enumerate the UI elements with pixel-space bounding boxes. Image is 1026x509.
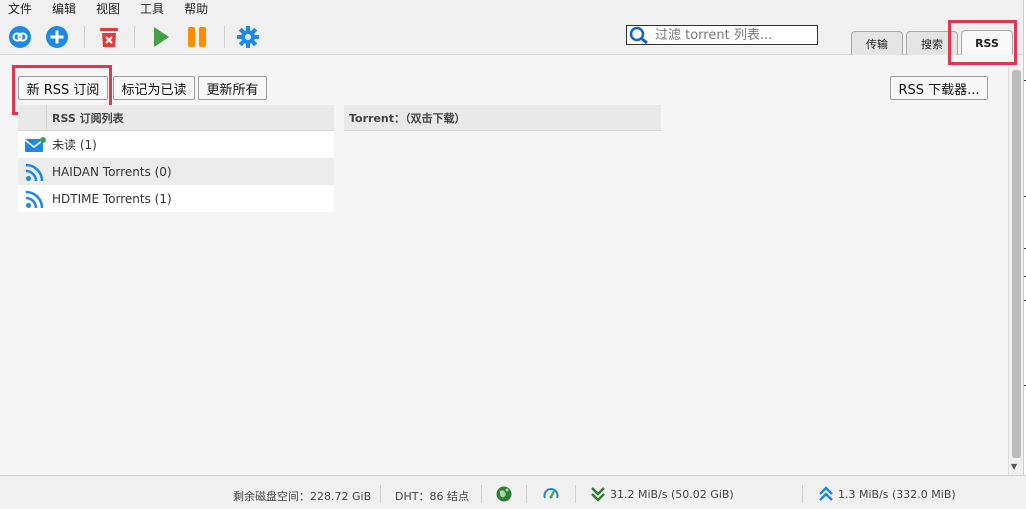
new-rss-subscription-button[interactable]: 新 RSS 订阅 (18, 76, 108, 100)
torrent-list-header: Torrent：（双击下载） (344, 105, 661, 131)
menu-edit[interactable]: 编辑 (52, 0, 76, 19)
scroll-down-arrow-icon[interactable]: ▼ (1011, 462, 1017, 471)
add-torrent-icon (46, 26, 68, 48)
menu-view[interactable]: 视图 (96, 0, 120, 19)
feed-item-label: 未读 (1) (52, 138, 97, 152)
menu-help[interactable]: 帮助 (184, 0, 208, 19)
upload-speed: 1.3 MiB/s (332.0 MiB) (838, 488, 956, 501)
feed-item-label: HAIDAN Torrents (0) (52, 164, 172, 179)
resume-button[interactable] (146, 23, 174, 51)
settings-icon (237, 26, 259, 48)
settings-button[interactable] (234, 23, 262, 51)
feed-item-label: HDTIME Torrents (1) (52, 191, 172, 206)
menu-tools[interactable]: 工具 (140, 0, 164, 19)
feed-item-hdtime[interactable]: HDTIME Torrents (1) (18, 185, 334, 212)
header-spacer (18, 105, 47, 130)
add-torrent-button[interactable] (43, 23, 71, 51)
toolbar-separator (134, 26, 135, 48)
status-separator (575, 485, 576, 503)
pause-icon (188, 27, 206, 47)
status-separator (481, 485, 482, 503)
tab-rss[interactable]: RSS (961, 30, 1013, 55)
download-speed: 31.2 MiB/s (50.02 GiB) (610, 488, 734, 501)
rss-feed-list: RSS 订阅列表 未读 (1) HAIDAN Torrents (0) HDTI… (18, 105, 334, 212)
rss-feed-icon (18, 189, 52, 209)
tab-transfers[interactable]: 传输 (851, 31, 903, 55)
status-bar: 剩余磁盘空间：228.72 GiB DHT：86 结点 31.2 MiB/s (… (0, 475, 1026, 509)
toolbar: 传输 搜索 RSS (0, 19, 1026, 55)
speed-limit-icon[interactable] (543, 486, 559, 502)
add-link-button[interactable] (6, 23, 34, 51)
filter-input[interactable] (651, 27, 816, 43)
vertical-scrollbar[interactable]: ▼ (1008, 67, 1023, 475)
download-speed-icon (590, 486, 606, 502)
rss-feed-icon (18, 162, 52, 182)
feed-item-unread[interactable]: 未读 (1) (18, 131, 334, 158)
upload-speed-icon (818, 486, 834, 502)
feed-list-header: RSS 订阅列表 (18, 105, 334, 131)
delete-icon (100, 28, 118, 47)
menu-bar: 文件 编辑 视图 工具 帮助 (0, 0, 1026, 19)
connection-status-icon[interactable] (496, 486, 512, 502)
resume-icon (154, 27, 169, 47)
torrent-list: Torrent：（双击下载） (344, 105, 661, 131)
unread-mail-icon (18, 136, 52, 153)
rss-downloader-button[interactable]: RSS 下载器... (890, 76, 988, 100)
update-all-button[interactable]: 更新所有 (198, 76, 267, 100)
add-link-icon (9, 26, 31, 48)
mark-as-read-button[interactable]: 标记为已读 (113, 76, 195, 100)
status-separator (380, 485, 381, 503)
status-separator (802, 485, 803, 503)
status-separator (526, 485, 527, 503)
pause-button[interactable] (183, 23, 211, 51)
toolbar-separator (224, 26, 225, 48)
search-icon (629, 26, 648, 44)
toolbar-separator (84, 26, 85, 48)
feed-list-header-label: RSS 订阅列表 (52, 111, 124, 125)
tab-search[interactable]: 搜索 (906, 31, 958, 55)
delete-button[interactable] (95, 23, 123, 51)
disk-free-space: 剩余磁盘空间：228.72 GiB (233, 490, 372, 503)
feed-item-haidan[interactable]: HAIDAN Torrents (0) (18, 158, 334, 185)
filter-box[interactable] (626, 25, 818, 45)
menu-file[interactable]: 文件 (8, 0, 32, 19)
dht-nodes: DHT：86 结点 (395, 490, 469, 503)
scrollbar-thumb[interactable] (1012, 70, 1021, 458)
